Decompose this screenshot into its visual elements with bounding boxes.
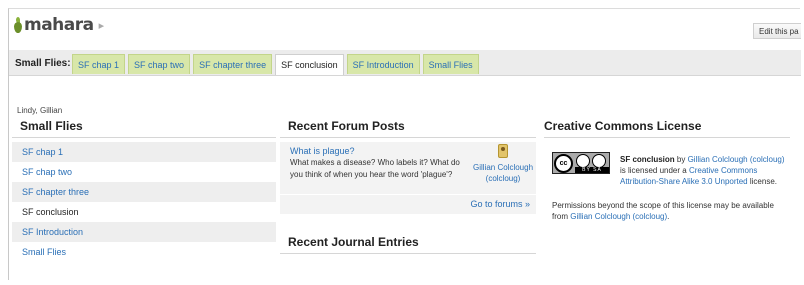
- license-block-title: Creative Commons License: [544, 116, 790, 138]
- navigation-block: Small Flies SF chap 1 SF chap two SF cha…: [12, 116, 276, 262]
- logo-text: mahara: [24, 15, 94, 35]
- attribution-icon: [576, 154, 590, 168]
- permissions-end: .: [667, 212, 670, 221]
- permissions-author-link[interactable]: Gillian Colclough (colcloug): [570, 212, 667, 221]
- forum-author-link[interactable]: Gillian Colclough (colcloug): [466, 162, 540, 184]
- edit-page-button[interactable]: Edit this pa: [753, 23, 801, 39]
- page-tabs: SF chap 1 SF chap two SF chapter three S…: [72, 54, 479, 75]
- tab-sf-chap-1[interactable]: SF chap 1: [72, 54, 126, 74]
- licensed-text: is licensed under a: [620, 166, 689, 175]
- permissions-note: Permissions beyond the scope of this lic…: [544, 200, 790, 222]
- tab-sf-conclusion[interactable]: SF conclusion: [275, 54, 344, 75]
- author-avatar-icon[interactable]: [498, 144, 508, 158]
- nav-item-sf-introduction[interactable]: SF Introduction: [12, 222, 276, 242]
- forum-topic-link[interactable]: What is plague?: [290, 146, 355, 156]
- mahara-logo[interactable]: mahara ▸: [13, 15, 104, 35]
- license-statement: SF conclusion by Gillian Colclough (colc…: [620, 154, 790, 187]
- page-tab-bar: Small Flies: SF chap 1 SF chap two SF ch…: [9, 50, 801, 76]
- forum-block-title: Recent Forum Posts: [280, 116, 536, 138]
- nav-item-sf-conclusion: SF conclusion: [22, 207, 79, 217]
- badge-strip: BY SA: [575, 167, 609, 173]
- license-row: cc BY SA SF conclusion by Gillian Colclo…: [544, 152, 790, 192]
- tab-sf-chap-two[interactable]: SF chap two: [128, 54, 191, 74]
- chevron-right-icon: ▸: [98, 19, 105, 32]
- navigation-block-title: Small Flies: [12, 116, 276, 138]
- journal-block-title: Recent Journal Entries: [280, 232, 536, 254]
- page-owner: Lindy, Gillian: [17, 106, 63, 115]
- forum-post: What is plague? What makes a disease? Wh…: [280, 142, 536, 214]
- forum-post-excerpt: What makes a disease? Who labels it? Wha…: [290, 158, 460, 179]
- license-block: Creative Commons License cc BY SA SF con…: [544, 116, 790, 222]
- go-to-forums-link[interactable]: Go to forums »: [470, 199, 530, 209]
- forum-column: Recent Forum Posts What is plague? What …: [280, 116, 536, 254]
- divider: [280, 194, 536, 195]
- tab-bar-label: Small Flies:: [15, 58, 71, 69]
- nav-item-sf-chap-two[interactable]: SF chap two: [12, 162, 276, 182]
- header: mahara ▸ Edit this pa: [9, 9, 801, 49]
- nav-item-sf-chap-1[interactable]: SF chap 1: [12, 142, 276, 162]
- license-suffix: license.: [747, 177, 777, 186]
- work-title: SF conclusion: [620, 155, 675, 164]
- tab-small-flies[interactable]: Small Flies: [422, 54, 479, 74]
- cc-by-sa-badge-icon[interactable]: cc BY SA: [552, 152, 610, 174]
- tab-sf-chapter-three[interactable]: SF chapter three: [193, 54, 273, 74]
- mahara-logo-icon: [13, 17, 23, 33]
- nav-item-small-flies[interactable]: Small Flies: [12, 242, 276, 262]
- navigation-list: SF chap 1 SF chap two SF chapter three S…: [12, 142, 276, 262]
- nav-item-sf-chapter-three[interactable]: SF chapter three: [12, 182, 276, 202]
- author-link[interactable]: Gillian Colclough (colcloug): [688, 155, 785, 164]
- share-alike-icon: [592, 154, 606, 168]
- by-text: by: [674, 155, 688, 164]
- tab-sf-introduction[interactable]: SF Introduction: [346, 54, 420, 74]
